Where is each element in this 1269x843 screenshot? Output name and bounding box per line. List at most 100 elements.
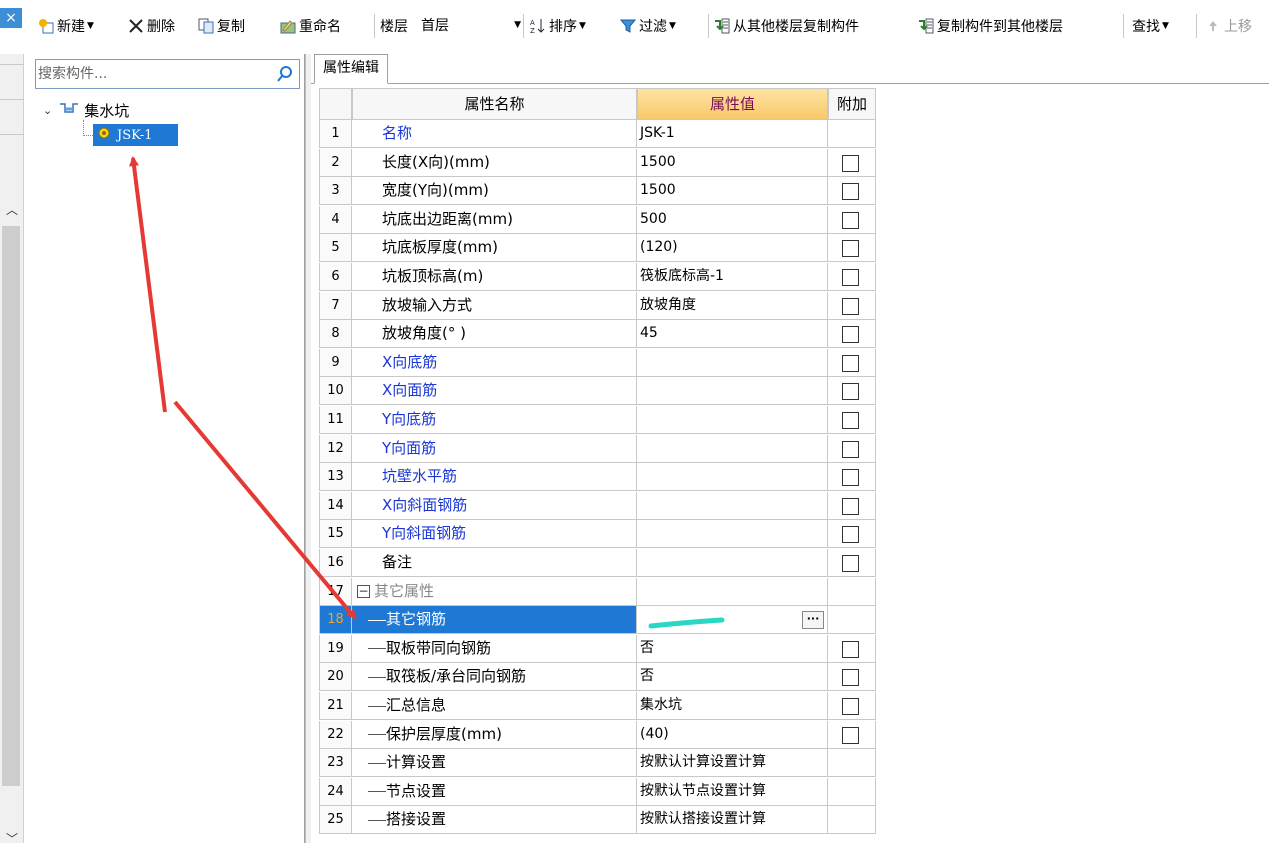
table-row[interactable]: 11 Y向底筋 — [319, 406, 876, 434]
property-value[interactable] — [637, 491, 828, 520]
property-name[interactable]: 名称 — [352, 120, 637, 148]
table-row[interactable]: 7 放坡输入方式 放坡角度 — [319, 291, 876, 320]
copy-button[interactable]: 复制 — [198, 14, 245, 38]
property-name[interactable]: 汇总信息 — [352, 692, 637, 720]
property-name[interactable]: Y向底筋 — [352, 406, 637, 434]
property-value[interactable] — [637, 549, 828, 577]
extra-checkbox[interactable] — [842, 412, 859, 429]
property-value[interactable]: 1500 — [637, 177, 828, 206]
property-value[interactable]: 按默认节点设置计算 — [637, 777, 828, 806]
property-value[interactable]: 放坡角度 — [637, 291, 828, 320]
extra-checkbox[interactable] — [842, 669, 859, 687]
property-value[interactable] — [637, 577, 828, 606]
extra-checkbox[interactable] — [842, 698, 859, 715]
property-name[interactable]: 备注 — [352, 549, 637, 577]
tree-node-jsk-1[interactable]: JSK-1 — [93, 124, 178, 146]
ellipsis-button[interactable]: ··· — [802, 611, 824, 630]
property-name[interactable]: 坑底板厚度(mm) — [352, 234, 637, 263]
close-icon[interactable]: × — [0, 8, 22, 28]
property-name[interactable]: 长度(X向)(mm) — [352, 148, 637, 177]
extra-checkbox[interactable] — [842, 354, 859, 372]
property-value[interactable]: 1500 — [637, 148, 828, 177]
table-row[interactable]: 20 取筏板/承台同向钢筋 否 — [319, 663, 876, 692]
property-value[interactable] — [637, 406, 828, 434]
property-value[interactable]: (40) — [637, 720, 828, 749]
property-name[interactable]: − 其它属性 — [352, 577, 637, 606]
table-row[interactable]: 21 汇总信息 集水坑 — [319, 692, 876, 720]
table-row[interactable]: 6 坑板顶标高(m) 筏板底标高-1 — [319, 263, 876, 291]
extra-checkbox[interactable] — [842, 440, 859, 458]
new-button[interactable]: 新建 ▼ — [38, 14, 94, 38]
property-name[interactable]: X向面筋 — [352, 377, 637, 406]
property-name[interactable]: 宽度(Y向)(mm) — [352, 177, 637, 206]
extra-checkbox[interactable] — [842, 526, 859, 544]
scrollbar-thumb[interactable] — [2, 226, 20, 786]
extra-checkbox[interactable] — [842, 183, 859, 201]
property-name[interactable]: X向底筋 — [352, 348, 637, 377]
property-value[interactable]: ··· — [637, 606, 828, 635]
tree-node-sump[interactable]: ⌄ 集水坑 — [43, 99, 129, 121]
property-value[interactable]: 按默认搭接设置计算 — [637, 806, 828, 835]
extra-checkbox[interactable] — [842, 269, 859, 286]
scroll-up-icon[interactable]: ︿ — [0, 197, 24, 223]
property-name[interactable]: 坑壁水平筋 — [352, 463, 637, 492]
rename-button[interactable]: 重命名 — [280, 14, 341, 38]
table-row[interactable]: 4 坑底出边距离(mm) 500 — [319, 205, 876, 234]
header-property-value[interactable]: 属性值 — [637, 88, 828, 120]
extra-checkbox[interactable] — [842, 640, 859, 658]
property-name[interactable]: 搭接设置 — [352, 806, 637, 835]
table-row[interactable]: 25 搭接设置 按默认搭接设置计算 — [319, 806, 876, 835]
find-button[interactable]: 查找 ▼ — [1132, 14, 1169, 38]
table-row[interactable]: 3 宽度(Y向)(mm) 1500 — [319, 177, 876, 206]
copy-from-floor-button[interactable]: 从其他楼层复制构件 — [714, 14, 859, 38]
property-name[interactable]: 节点设置 — [352, 777, 637, 806]
property-name[interactable]: 取筏板/承台同向钢筋 — [352, 663, 637, 692]
property-value[interactable]: 集水坑 — [637, 692, 828, 720]
extra-checkbox[interactable] — [842, 297, 859, 315]
tab-property-edit[interactable]: 属性编辑 — [314, 54, 388, 84]
property-name[interactable]: 保护层厚度(mm) — [352, 720, 637, 749]
property-value[interactable]: 按默认计算设置计算 — [637, 749, 828, 778]
table-row[interactable]: 10 X向面筋 — [319, 377, 876, 406]
property-value[interactable]: 45 — [637, 320, 828, 349]
table-row[interactable]: 18 其它钢筋 ··· — [319, 606, 876, 635]
table-row[interactable]: 9 X向底筋 — [319, 348, 876, 377]
delete-button[interactable]: 删除 — [128, 14, 175, 38]
table-row[interactable]: 17− 其它属性 — [319, 577, 876, 606]
move-up-button[interactable]: 上移 — [1205, 14, 1252, 38]
scroll-down-icon[interactable]: ﹀ — [0, 826, 24, 843]
property-value[interactable]: 筏板底标高-1 — [637, 263, 828, 291]
property-value[interactable]: 否 — [637, 663, 828, 692]
table-row[interactable]: 14 X向斜面钢筋 — [319, 491, 876, 520]
header-property-name[interactable]: 属性名称 — [352, 88, 637, 120]
extra-checkbox[interactable] — [842, 240, 859, 258]
table-row[interactable]: 1 名称 JSK-1 — [319, 120, 876, 148]
chevron-down-icon[interactable]: ⌄ — [43, 104, 52, 117]
table-row[interactable]: 5 坑底板厚度(mm) (120) — [319, 234, 876, 263]
property-value[interactable] — [637, 348, 828, 377]
floor-select[interactable]: 首层 ▼ — [420, 13, 528, 37]
search-input[interactable] — [38, 63, 263, 85]
property-name[interactable]: 放坡角度(° ) — [352, 320, 637, 349]
property-value[interactable] — [637, 377, 828, 406]
property-value[interactable] — [637, 520, 828, 549]
copy-to-floor-button[interactable]: 复制构件到其他楼层 — [918, 14, 1063, 38]
extra-checkbox[interactable] — [842, 383, 859, 401]
extra-checkbox[interactable] — [842, 326, 859, 344]
table-row[interactable]: 19 取板带同向钢筋 否 — [319, 634, 876, 663]
extra-checkbox[interactable] — [842, 726, 859, 744]
property-value[interactable]: 否 — [637, 634, 828, 663]
property-name[interactable]: 坑底出边距离(mm) — [352, 205, 637, 234]
extra-checkbox[interactable] — [842, 154, 859, 172]
filter-button[interactable]: 过滤 ▼ — [619, 14, 676, 38]
property-name[interactable]: 放坡输入方式 — [352, 291, 637, 320]
property-name[interactable]: 坑板顶标高(m) — [352, 263, 637, 291]
extra-checkbox[interactable] — [842, 497, 859, 515]
property-name[interactable]: 计算设置 — [352, 749, 637, 778]
extra-checkbox[interactable] — [842, 211, 859, 229]
property-value[interactable]: JSK-1 — [637, 120, 828, 148]
extra-checkbox[interactable] — [842, 555, 859, 572]
sort-button[interactable]: AZ 排序 ▼ — [530, 14, 586, 38]
property-name[interactable]: 其它钢筋 — [352, 606, 637, 635]
table-row[interactable]: 8 放坡角度(° ) 45 — [319, 320, 876, 349]
